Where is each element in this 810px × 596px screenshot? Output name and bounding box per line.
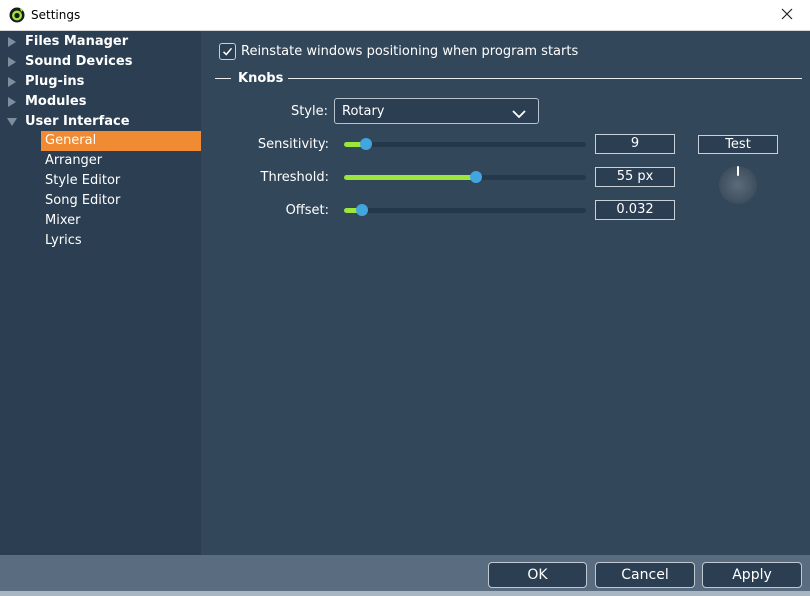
offset-label: Offset: (285, 203, 329, 218)
sidebar-item-plug-ins[interactable]: Plug-ins (0, 72, 201, 92)
sidebar-item-mixer[interactable]: Mixer (41, 211, 201, 231)
sidebar-item-song-editor[interactable]: Song Editor (41, 191, 201, 211)
sidebar-item-arranger[interactable]: Arranger (41, 151, 201, 171)
slider-thumb[interactable] (469, 171, 482, 183)
dialog-footer: OK Cancel Apply (0, 555, 810, 596)
slider-thumb[interactable] (356, 204, 369, 216)
reinstate-checkbox[interactable] (219, 43, 236, 60)
knob-indicator (737, 166, 739, 176)
settings-sidebar: Files Manager Sound Devices Plug-ins Mod… (0, 31, 201, 555)
sidebar-category-label: Sound Devices (25, 54, 133, 69)
section-divider (288, 78, 802, 79)
general-settings-panel: Reinstate windows positioning when progr… (201, 31, 810, 555)
sidebar-item-general[interactable]: General (41, 131, 201, 151)
app-logo-icon (9, 7, 25, 23)
ok-button[interactable]: OK (488, 562, 587, 588)
sidebar-item-modules[interactable]: Modules (0, 92, 201, 112)
style-dropdown[interactable]: Rotary (334, 98, 539, 124)
test-knob[interactable] (719, 166, 757, 204)
status-strip (0, 591, 810, 596)
triangle-right-icon (7, 36, 17, 51)
slider-track (344, 208, 586, 213)
reinstate-label[interactable]: Reinstate windows positioning when progr… (241, 44, 578, 59)
sensitivity-label: Sensitivity: (257, 137, 329, 152)
slider-track (344, 142, 586, 147)
close-icon (781, 8, 793, 23)
knobs-section-title: Knobs (238, 71, 284, 86)
slider-fill (344, 175, 476, 180)
cancel-button[interactable]: Cancel (595, 562, 695, 588)
sensitivity-slider[interactable] (344, 137, 586, 151)
offset-slider[interactable] (344, 203, 586, 217)
threshold-label: Threshold: (260, 170, 329, 185)
close-button[interactable] (764, 0, 810, 31)
window-title: Settings (31, 8, 81, 22)
threshold-value-field[interactable]: 55 px (595, 167, 675, 187)
sensitivity-value-field[interactable]: 9 (595, 134, 675, 154)
apply-button[interactable]: Apply (702, 562, 802, 588)
title-bar: Settings (0, 0, 810, 31)
sidebar-category-label: Plug-ins (25, 74, 85, 89)
slider-thumb[interactable] (359, 138, 372, 150)
threshold-slider[interactable] (344, 170, 586, 184)
sidebar-item-style-editor[interactable]: Style Editor (41, 171, 201, 191)
checkmark-icon (222, 46, 233, 61)
test-button[interactable]: Test (698, 135, 778, 154)
triangle-down-icon (7, 116, 17, 131)
sidebar-item-user-interface[interactable]: User Interface (0, 112, 201, 132)
triangle-right-icon (7, 76, 17, 91)
sidebar-category-label: Modules (25, 94, 87, 109)
style-label: Style: (290, 104, 328, 119)
chevron-down-icon (512, 107, 526, 122)
sidebar-category-label: Files Manager (25, 34, 129, 49)
triangle-right-icon (7, 56, 17, 71)
sidebar-category-label: User Interface (25, 114, 130, 129)
sidebar-item-lyrics[interactable]: Lyrics (41, 231, 201, 251)
sidebar-item-sound-devices[interactable]: Sound Devices (0, 52, 201, 72)
section-divider (215, 78, 231, 79)
sidebar-item-files-manager[interactable]: Files Manager (0, 32, 201, 52)
offset-value-field[interactable]: 0.032 (595, 200, 675, 220)
style-value: Rotary (342, 104, 385, 119)
triangle-right-icon (7, 96, 17, 111)
